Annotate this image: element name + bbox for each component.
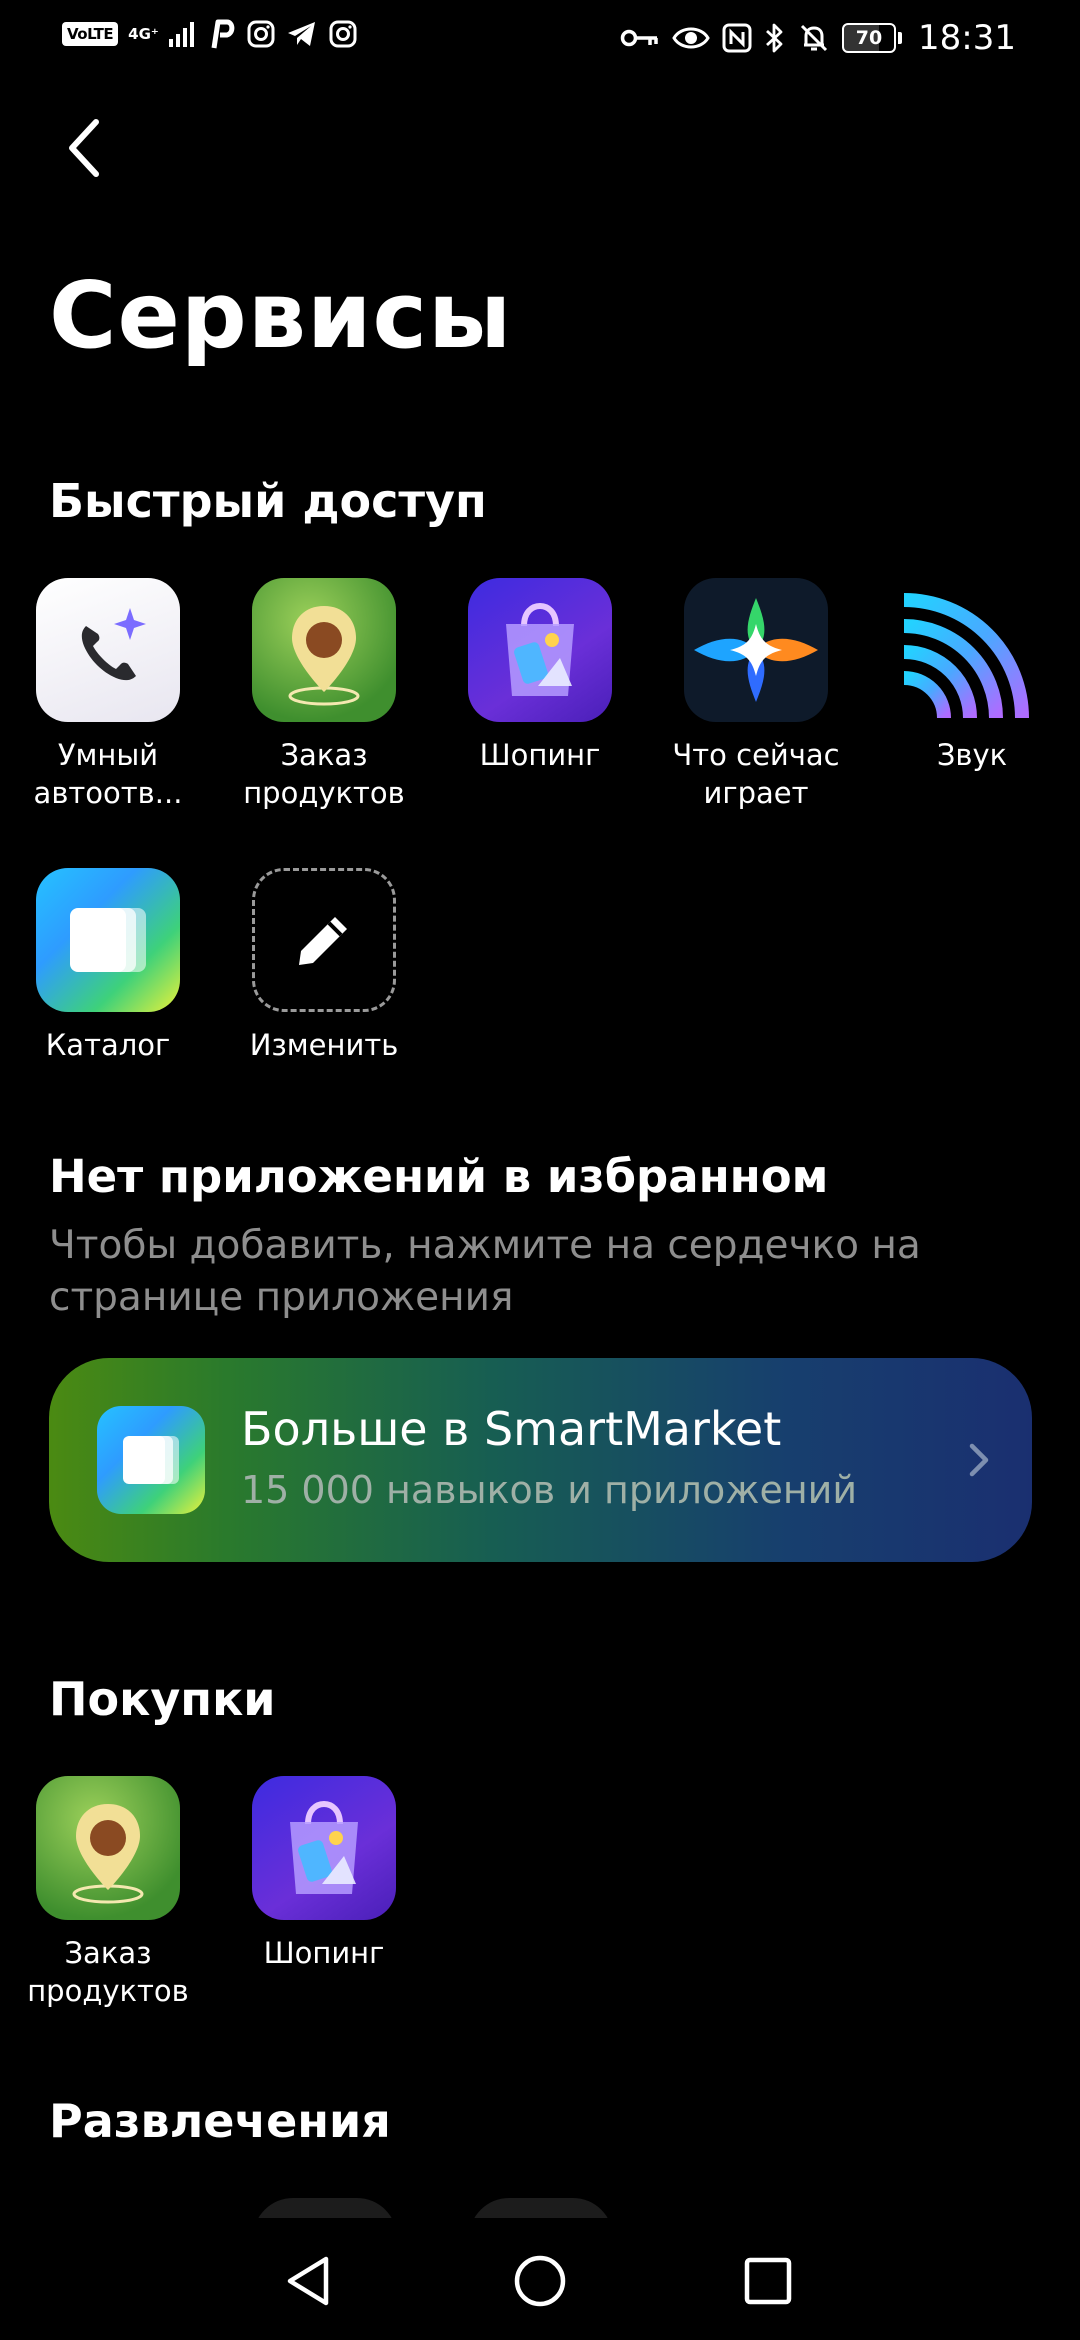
app-label: Шопинг (263, 1936, 385, 1970)
status-bar: VoLTE 4G⁺ 70 18:31 (0, 0, 1080, 76)
p-icon (211, 19, 235, 49)
app-tile-now-playing[interactable]: Что сейчас играет (661, 578, 851, 812)
music-recognition-icon (684, 578, 828, 722)
recents-square-icon (744, 2257, 792, 2305)
banner-title: Больше в SmartMarket (241, 1402, 782, 1456)
shopping-bag-icon (468, 578, 612, 722)
pencil-icon (252, 868, 396, 1012)
app-tile-smart-answer[interactable]: Умный автоотв... (13, 578, 203, 812)
app-tile-shopping[interactable]: Шопинг (445, 578, 635, 774)
catalog-icon (36, 868, 180, 1012)
app-label: Что сейчас играет (672, 738, 840, 810)
instagram-icon (247, 20, 275, 48)
app-label: Звук (936, 738, 1008, 772)
nav-recents-button[interactable] (728, 2246, 808, 2316)
battery-level: 70 (842, 23, 897, 53)
app-label: Каталог (45, 1028, 171, 1062)
app-tile-grocery[interactable]: Заказ продуктов (13, 1776, 203, 2010)
purchases-title: Покупки (49, 1672, 276, 1726)
key-icon (620, 29, 658, 47)
app-label: Изменить (249, 1028, 399, 1062)
network-type: 4G⁺ (128, 24, 159, 43)
smartmarket-icon (97, 1406, 205, 1514)
app-tile-shopping[interactable]: Шопинг (229, 1776, 419, 1972)
battery-indicator: 70 (842, 23, 903, 53)
app-tile-grocery[interactable]: Заказ продуктов (229, 578, 419, 812)
nfc-icon (722, 23, 752, 53)
favorites-empty-text: Чтобы добавить, нажмите на сердечко на с… (49, 1223, 921, 1320)
smartmarket-banner[interactable]: Больше в SmartMarket 15 000 навыков и пр… (49, 1358, 1032, 1562)
grocery-pin-icon (252, 578, 396, 722)
nav-home-button[interactable] (500, 2246, 580, 2316)
grocery-pin-icon (36, 1776, 180, 1920)
sound-waves-icon (900, 578, 1044, 722)
banner-subtitle: 15 000 навыков и приложений (241, 1468, 858, 1512)
app-label: Умный автоотв... (33, 738, 183, 810)
app-label: Заказ продуктов (243, 738, 405, 810)
favorites-empty-title: Нет приложений в избранном (49, 1150, 829, 1203)
back-triangle-icon (287, 2256, 329, 2306)
instagram-icon (329, 20, 357, 48)
app-tile-sound[interactable]: Звук (877, 578, 1067, 774)
status-time: 18:31 (918, 18, 1016, 58)
eye-icon (672, 27, 710, 49)
home-circle-icon (514, 2255, 566, 2307)
bell-off-icon (800, 24, 828, 52)
entertainment-title: Развлечения (49, 2094, 391, 2148)
volte-indicator: VoLTE (62, 22, 119, 46)
chevron-left-icon (69, 119, 99, 177)
services-screen: VoLTE 4G⁺ 70 18:31 Сервисы Быстрый досту… (0, 0, 1080, 2340)
app-label: Шопинг (479, 738, 601, 772)
app-tile-catalog[interactable]: Каталог (13, 868, 203, 1064)
chevron-right-icon (969, 1443, 989, 1477)
nav-back-button[interactable] (268, 2246, 348, 2316)
smart-call-icon (36, 578, 180, 722)
signal-icon (169, 22, 195, 47)
status-left: VoLTE 4G⁺ (62, 18, 358, 50)
shopping-bag-icon (252, 1776, 396, 1920)
page-title: Сервисы (49, 262, 513, 369)
bluetooth-icon (766, 23, 783, 53)
navigation-bar (0, 2218, 1080, 2340)
edit-quick-access-button[interactable]: Изменить (229, 868, 419, 1064)
back-button[interactable] (52, 110, 116, 186)
quick-access-title: Быстрый доступ (49, 474, 487, 528)
app-label: Заказ продуктов (27, 1936, 189, 2008)
status-right: 70 18:31 (620, 18, 1016, 58)
telegram-icon (288, 22, 316, 46)
